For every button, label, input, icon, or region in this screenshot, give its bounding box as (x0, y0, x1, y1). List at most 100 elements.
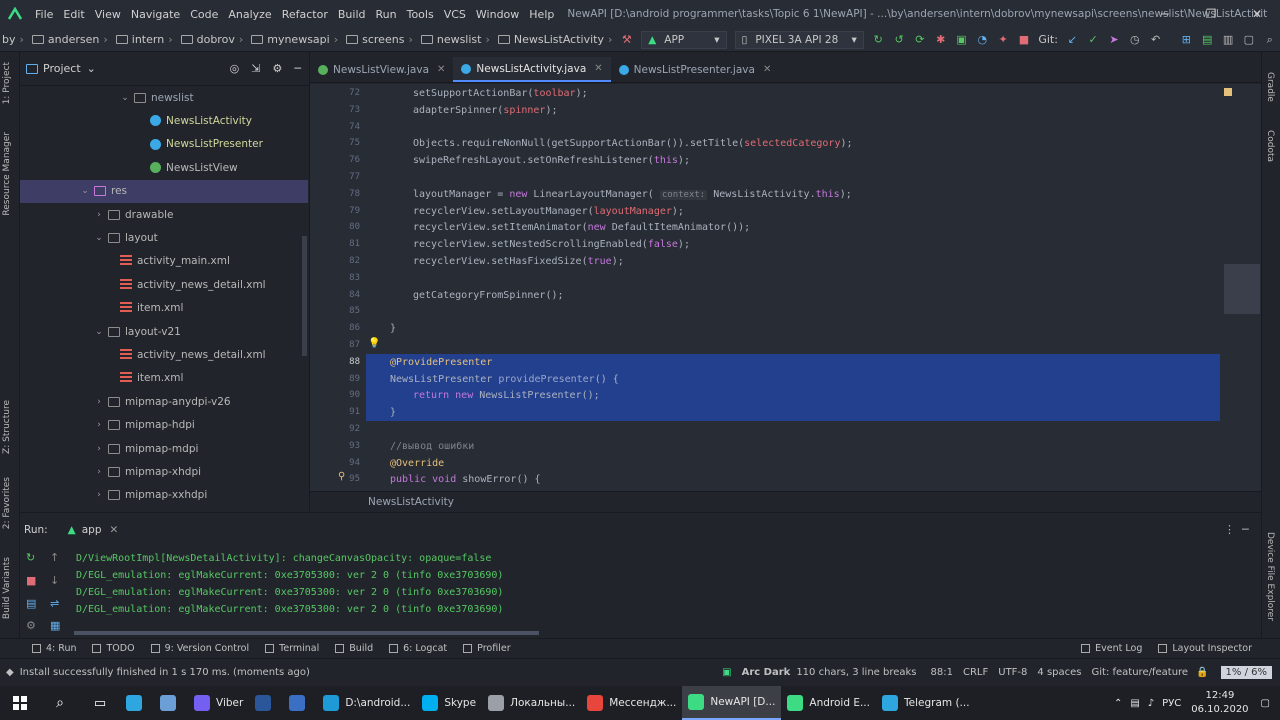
taskbar-app[interactable]: Viber (188, 686, 249, 720)
collapse-icon[interactable]: ⇲ (251, 62, 260, 75)
tree-item[interactable]: activity_news_detail.xml (20, 343, 308, 366)
taskbar-app[interactable]: Локальны... (482, 686, 581, 720)
status-message[interactable]: Install successfully finished in 1 s 170… (20, 667, 310, 678)
run-console[interactable]: D/ViewRootImpl[NewsDetailActivity]: chan… (20, 549, 1260, 629)
menu-run[interactable]: Run (371, 8, 402, 21)
chevron-up-icon[interactable]: ⌃ (1114, 698, 1122, 709)
override-gutter-icon[interactable]: ⚲ (338, 471, 345, 482)
caret-position[interactable]: 88:1 (931, 667, 953, 678)
code-line[interactable]: NewsListPresenter providePresenter() { (390, 371, 619, 388)
menu-vcs[interactable]: VCS (439, 8, 471, 21)
code-line[interactable]: adapterSpinner(spinner); (413, 102, 558, 119)
close-tab-icon[interactable]: ✕ (763, 64, 771, 75)
minimap-viewport[interactable] (1224, 264, 1260, 314)
sdk-manager-icon[interactable]: ⊞ (1180, 33, 1193, 47)
taskbar-app[interactable]: Android E... (781, 686, 876, 720)
resource-manager-tab[interactable]: Resource Manager (2, 132, 12, 216)
tree-item[interactable]: › mipmap-xhdpi (20, 460, 308, 483)
tree-item[interactable]: NewsListActivity (20, 109, 308, 132)
taskbar-app[interactable] (283, 686, 317, 720)
project-view-select[interactable]: Project (43, 62, 81, 75)
editor-tab[interactable]: NewsListView.java ✕ (310, 57, 453, 82)
tree-scrollbar[interactable] (302, 236, 307, 356)
tool-tab[interactable]: Build (327, 643, 381, 654)
chevron-down-icon[interactable]: ⌄ (80, 186, 90, 196)
device-manager-icon[interactable]: ▢ (1242, 33, 1255, 47)
debug-icon[interactable]: ✱ (934, 33, 947, 47)
file-encoding[interactable]: UTF-8 (998, 667, 1027, 678)
apply-changes-icon[interactable]: ↻ (872, 33, 885, 47)
task-view-icon[interactable]: ▭ (80, 696, 120, 711)
code-line[interactable]: recyclerView.setHasFixedSize(true); (413, 253, 624, 270)
clock[interactable]: 12:49 06.10.2020 (1191, 689, 1248, 717)
more-options-icon[interactable]: ⋮ (1224, 523, 1235, 536)
tree-item[interactable]: NewsListView (20, 156, 308, 179)
gradle-tab[interactable]: Gradle (1265, 72, 1275, 102)
code-line[interactable]: swipeRefreshLayout.setOnRefreshListener(… (413, 152, 690, 169)
chevron-right-icon[interactable]: › (94, 490, 104, 500)
menu-window[interactable]: Window (471, 8, 524, 21)
line-separator[interactable]: CRLF (963, 667, 988, 678)
editor-tab[interactable]: NewsListActivity.java ✕ (453, 57, 611, 82)
horizontal-scrollbar[interactable] (74, 631, 539, 635)
memory-indicator[interactable]: 1% / 6% (1220, 666, 1272, 679)
tree-item[interactable]: ⌄ layout-v21 (20, 320, 308, 343)
tree-item[interactable]: NewsListPresenter (20, 133, 308, 156)
notifications-icon[interactable]: ▢ (1261, 698, 1270, 709)
editor-tab[interactable]: NewsListPresenter.java ✕ (611, 57, 780, 82)
language-indicator[interactable]: РУС (1162, 698, 1181, 709)
menu-refactor[interactable]: Refactor (277, 8, 333, 21)
taskbar-app[interactable]: D:\android... (317, 686, 416, 720)
menu-analyze[interactable]: Analyze (223, 8, 276, 21)
code-area[interactable]: setSupportActionBar(toolbar); adapterSpin… (310, 84, 1220, 491)
device-select[interactable]: ▯ PIXEL 3A API 28 ▾ (734, 30, 864, 49)
editor-breadcrumb[interactable]: NewsListActivity (310, 491, 1261, 512)
run-icon[interactable]: ⟳ (913, 33, 926, 47)
coverage-icon[interactable]: ▣ (955, 33, 968, 47)
chevron-right-icon[interactable]: › (94, 467, 104, 477)
apply-code-changes-icon[interactable]: ↺ (893, 33, 906, 47)
minimap[interactable] (1222, 84, 1261, 491)
breadcrumb-item[interactable]: dobrov › (177, 33, 243, 46)
tool-tab[interactable]: 6: Logcat (381, 643, 455, 654)
close-tab-icon[interactable]: ✕ (594, 63, 602, 74)
project-tool-tab[interactable]: 1: Project (2, 62, 12, 104)
breadcrumb-item[interactable]: by › (2, 33, 24, 46)
menu-build[interactable]: Build (333, 8, 371, 21)
menu-tools[interactable]: Tools (402, 8, 439, 21)
chevron-right-icon[interactable]: › (94, 444, 104, 454)
avd-manager-icon[interactable]: ▤ (1201, 33, 1214, 47)
minimize-button[interactable]: ─ (1142, 0, 1188, 28)
code-line[interactable]: } (390, 320, 396, 337)
code-line[interactable]: recyclerView.setLayoutManager(layoutMana… (413, 203, 684, 220)
build-variants-tab[interactable]: Build Variants (2, 557, 12, 619)
taskbar-app[interactable] (154, 686, 188, 720)
tree-item[interactable]: › mipmap-hdpi (20, 414, 308, 437)
theme-name[interactable]: Arc Dark (742, 667, 791, 678)
tree-item[interactable]: › mipmap-anydpi-v26 (20, 390, 308, 413)
taskbar-app[interactable]: Мессендж... (581, 686, 682, 720)
search-icon[interactable]: ⌕ (1263, 33, 1276, 47)
tree-item[interactable]: ⌄ res (20, 179, 308, 203)
code-line[interactable]: //вывод ошибки (390, 438, 474, 455)
chevron-down-icon[interactable]: ⌄ (94, 233, 104, 243)
tree-item[interactable]: › drawable (20, 203, 308, 226)
log-line[interactable]: D/EGL_emulation: eglMakeCurrent: 0xe3705… (76, 587, 503, 598)
git-push-icon[interactable]: ➤ (1108, 33, 1121, 47)
run-config-tab[interactable]: app (82, 524, 102, 536)
tool-tab[interactable]: Layout Inspector (1150, 643, 1260, 654)
code-line[interactable]: setSupportActionBar(toolbar); (413, 85, 588, 102)
favorites-tab[interactable]: 2: Favorites (2, 477, 12, 529)
taskbar-app[interactable] (120, 686, 154, 720)
git-update-icon[interactable]: ↙ (1066, 33, 1079, 47)
close-window-button[interactable]: ✕ (1234, 0, 1280, 28)
code-line[interactable]: layoutManager = new LinearLayoutManager(… (413, 186, 852, 203)
code-line[interactable]: Objects.requireNonNull(getSupportActionB… (413, 135, 853, 152)
breadcrumb-item[interactable]: screens › (342, 33, 413, 46)
taskbar-app[interactable]: NewAPI [D... (682, 686, 782, 720)
lock-icon[interactable]: 🔒 (1196, 667, 1208, 678)
status-icon[interactable]: ◆ (6, 667, 14, 678)
hide-icon[interactable]: ─ (294, 62, 301, 75)
taskbar-app[interactable] (249, 686, 283, 720)
tree-item[interactable]: item.xml (20, 367, 308, 390)
